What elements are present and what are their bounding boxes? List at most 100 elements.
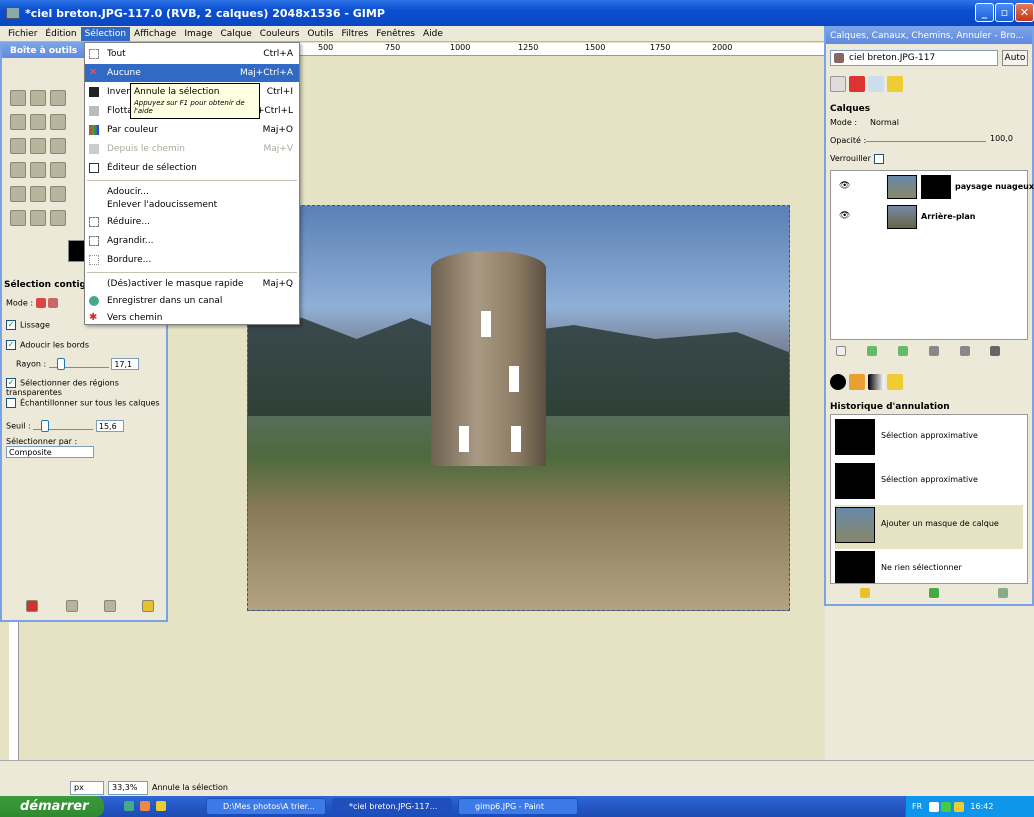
color-picker-icon[interactable] (50, 114, 66, 130)
feather-row[interactable]: ✓ Adoucir les bords (6, 340, 89, 350)
radius-slider[interactable] (48, 358, 109, 370)
path-icon[interactable] (30, 114, 46, 130)
transparent-row[interactable]: ✓ Sélectionner des régions transparentes (6, 378, 166, 397)
unit-dropdown[interactable]: px (70, 781, 104, 795)
menu-edition[interactable]: Édition (41, 27, 80, 41)
menu-fenetres[interactable]: Fenêtres (372, 27, 419, 41)
raise-layer-icon[interactable] (866, 346, 877, 356)
layer-row[interactable]: 👁 Arrière-plan (831, 203, 1029, 231)
minimize-button[interactable]: _ (975, 3, 994, 22)
sample-all-checkbox[interactable] (6, 398, 16, 408)
pencil-icon[interactable] (50, 162, 66, 178)
menu-affichage[interactable]: Affichage (130, 27, 180, 41)
crop-icon[interactable] (30, 138, 46, 154)
new-layer-icon[interactable] (836, 346, 846, 356)
measure-icon[interactable] (50, 210, 66, 226)
restore-options-icon[interactable] (66, 600, 78, 612)
maximize-button[interactable]: ▫ (995, 3, 1014, 22)
threshold-slider[interactable] (33, 420, 94, 432)
opacity-value[interactable]: 100,0 (990, 134, 1013, 143)
quicklaunch-icon[interactable] (124, 801, 134, 811)
feather-checkbox[interactable]: ✓ (6, 340, 16, 350)
ruler-left[interactable] (9, 620, 19, 760)
menu-item-bordure[interactable]: Bordure... (85, 251, 299, 269)
lock-checkbox[interactable] (874, 154, 884, 164)
eraser-icon[interactable] (30, 186, 46, 202)
reset-options-icon[interactable] (142, 600, 154, 612)
fuzzy-select-icon[interactable] (10, 114, 26, 130)
delete-options-icon[interactable] (104, 600, 116, 612)
task-paint[interactable]: gimp6.JPG - Paint (458, 798, 578, 815)
auto-button[interactable]: Auto (1002, 50, 1028, 66)
menu-aide[interactable]: Aide (419, 27, 447, 41)
image-selector[interactable]: ciel breton.JPG-117 (830, 50, 998, 66)
menu-couleurs[interactable]: Couleurs (256, 27, 304, 41)
image-canvas[interactable] (247, 205, 790, 611)
transparent-checkbox[interactable]: ✓ (6, 378, 16, 388)
gradients-tab-icon[interactable] (867, 374, 884, 390)
paths-tab-icon[interactable] (867, 76, 884, 92)
ellipse-select-icon[interactable] (30, 90, 46, 106)
undo-tab-icon[interactable] (886, 76, 903, 92)
rotate-icon[interactable] (50, 138, 66, 154)
menu-fichier[interactable]: Fichier (4, 27, 41, 41)
quicklaunch-icon[interactable] (140, 801, 150, 811)
quicklaunch-icon[interactable] (156, 801, 166, 811)
tray-icon[interactable] (928, 801, 939, 812)
task-gimp[interactable]: *ciel breton.JPG-117... (332, 798, 452, 815)
menu-item-enlever-adoucissement[interactable]: Enlever l'adoucissement (85, 196, 299, 214)
lower-layer-icon[interactable] (897, 346, 908, 356)
menu-item-enregistrer-canal[interactable]: Enregistrer dans un canal (85, 292, 299, 310)
layer-mode-dropdown[interactable]: Normal (866, 118, 1026, 130)
menu-item-agrandir[interactable]: Agrandir... (85, 232, 299, 250)
paintbrush-icon[interactable] (10, 186, 26, 202)
menu-item-vers-chemin[interactable]: ✱ Vers chemin (85, 309, 299, 327)
bucket-fill-icon[interactable] (30, 162, 46, 178)
ruler-top[interactable]: 250 500 750 1000 1250 1500 1750 2000 (250, 43, 825, 56)
mode-add-icon[interactable] (48, 298, 59, 308)
menu-calque[interactable]: Calque (217, 27, 256, 41)
menu-selection[interactable]: Sélection (80, 26, 131, 41)
visibility-eye-icon[interactable]: 👁 (839, 211, 850, 221)
threshold-value[interactable]: 15,6 (95, 420, 124, 432)
dodge-icon[interactable] (30, 210, 46, 226)
anchor-layer-icon[interactable] (959, 346, 970, 356)
visibility-eye-icon[interactable]: 👁 (839, 181, 850, 191)
patterns-tab-icon[interactable] (848, 374, 865, 390)
zoom-dropdown[interactable]: 33,3% (108, 781, 148, 795)
close-button[interactable]: ✕ (1015, 3, 1034, 22)
sample-all-row[interactable]: Échantillonner sur tous les calques (6, 398, 160, 408)
menu-filtres[interactable]: Filtres (337, 27, 372, 41)
history-item[interactable]: Sélection approximative (835, 417, 1023, 461)
tray-icon[interactable] (941, 801, 952, 812)
move-icon[interactable] (10, 138, 26, 154)
rect-select-icon[interactable] (10, 90, 26, 106)
save-options-icon[interactable] (26, 600, 38, 612)
brushes-tab-icon[interactable] (830, 374, 846, 390)
lissage-checkbox[interactable]: ✓ (6, 320, 16, 330)
smudge-icon[interactable] (10, 210, 26, 226)
duplicate-layer-icon[interactable] (928, 346, 939, 356)
delete-layer-icon[interactable] (990, 346, 1001, 356)
mode-replace-icon[interactable] (35, 298, 46, 308)
menu-image[interactable]: Image (180, 27, 216, 41)
history-item[interactable]: Ajouter un masque de calque (835, 505, 1023, 549)
menu-item-masque-rapide[interactable]: (Dés)activer le masque rapide Maj+Q (85, 275, 299, 293)
layers-tab-icon[interactable] (830, 76, 846, 92)
menu-item-reduire[interactable]: Réduire... (85, 213, 299, 231)
undo-icon[interactable] (860, 588, 870, 598)
menu-item-aucune[interactable]: ✕ Aucune Maj+Ctrl+A (85, 64, 299, 82)
lissage-row[interactable]: ✓ Lissage (6, 320, 50, 330)
history-item[interactable]: Ne rien sélectionner (835, 549, 1023, 593)
redo-icon[interactable] (928, 588, 939, 598)
text-icon[interactable] (10, 162, 26, 178)
opacity-slider[interactable] (866, 141, 986, 142)
lasso-icon[interactable] (50, 90, 66, 106)
clear-history-icon[interactable] (997, 588, 1008, 598)
select-by-dropdown[interactable]: Composite (6, 446, 94, 458)
language-indicator[interactable]: FR (912, 802, 922, 811)
channels-tab-icon[interactable] (848, 76, 865, 92)
layer-row[interactable]: 👁 paysage nuageux.J (831, 173, 1034, 201)
clone-icon[interactable] (50, 186, 66, 202)
menu-item-tout[interactable]: Tout Ctrl+A (85, 45, 299, 63)
